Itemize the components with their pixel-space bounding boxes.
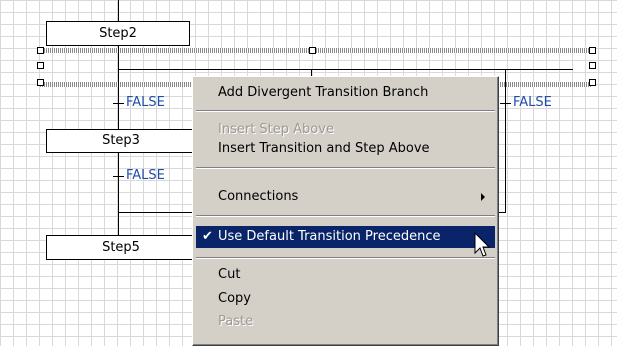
checkmark-icon: ✔ <box>202 229 213 244</box>
menu-item-add-divergent-branch[interactable]: Add Divergent Transition Branch <box>196 82 495 104</box>
step-label: Step2 <box>99 26 137 41</box>
menu-item-label: Cut <box>218 267 241 282</box>
step-step3[interactable]: Step3 <box>46 129 196 153</box>
selection-band-top <box>40 48 592 53</box>
selection-handle[interactable] <box>37 62 44 69</box>
menu-item-insert-transition-step-above[interactable]: Insert Transition and Step Above <box>196 138 495 160</box>
menu-separator <box>196 167 495 169</box>
wire <box>118 46 119 70</box>
selection-handle[interactable] <box>589 62 596 69</box>
selection-handle[interactable] <box>309 47 316 54</box>
menu-separator <box>196 215 495 217</box>
menu-item-label: Insert Step Above <box>218 122 334 137</box>
menu-item-cut[interactable]: Cut <box>196 264 495 286</box>
transition-condition[interactable]: FALSE <box>126 95 165 110</box>
transition-condition[interactable]: FALSE <box>513 95 552 110</box>
step-step5[interactable]: Step5 <box>46 235 196 260</box>
menu-item-label: Copy <box>218 291 251 306</box>
menu-item-label: Connections <box>218 189 299 204</box>
menu-item-copy[interactable]: Copy <box>196 288 495 310</box>
step-label: Step3 <box>102 133 140 148</box>
menu-item-label: Add Divergent Transition Branch <box>218 85 429 100</box>
wire <box>505 70 506 212</box>
menu-item-use-default-precedence[interactable]: ✔ Use Default Transition Precedence <box>196 226 495 248</box>
menu-item-paste[interactable]: Paste <box>196 311 495 333</box>
selection-handle[interactable] <box>589 47 596 54</box>
step-step2[interactable]: Step2 <box>46 21 190 46</box>
wire <box>118 153 119 212</box>
selection-handle[interactable] <box>589 79 596 86</box>
context-menu: Add Divergent Transition Branch Insert S… <box>192 76 499 346</box>
submenu-arrow-icon <box>481 193 485 201</box>
transition-bar <box>500 103 511 104</box>
menu-item-label: Use Default Transition Precedence <box>218 229 441 244</box>
menu-separator <box>196 257 495 259</box>
menu-separator <box>196 110 495 112</box>
mouse-pointer-icon <box>474 232 490 257</box>
transition-bar <box>113 176 124 177</box>
menu-item-label: Paste <box>218 314 254 329</box>
step-label: Step5 <box>102 240 140 255</box>
transition-condition[interactable]: FALSE <box>126 168 165 183</box>
wire <box>118 70 119 129</box>
transition-bar <box>113 103 124 104</box>
menu-item-label: Insert Transition and Step Above <box>218 141 430 156</box>
selection-handle[interactable] <box>37 47 44 54</box>
wire <box>118 0 119 21</box>
wire <box>118 212 119 235</box>
menu-item-connections[interactable]: Connections <box>196 186 495 208</box>
selection-handle[interactable] <box>37 79 44 86</box>
